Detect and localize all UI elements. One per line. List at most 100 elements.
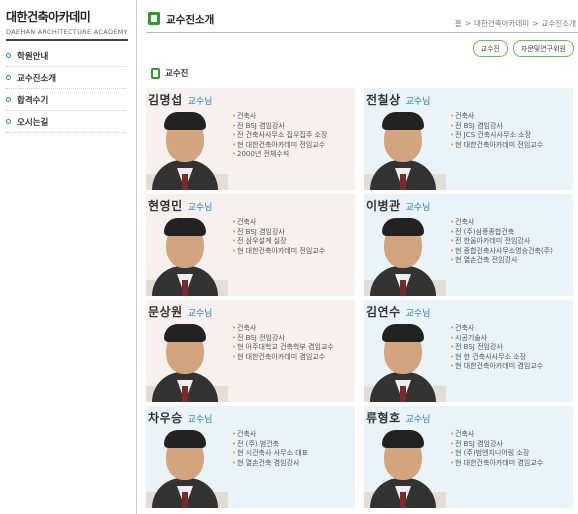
detail-item: 건축사 bbox=[450, 324, 543, 334]
sidebar-item-directions[interactable]: 오시는길 bbox=[6, 111, 126, 133]
sidebar-item-about[interactable]: 학원안내 bbox=[6, 45, 126, 67]
professor-photo bbox=[146, 426, 228, 508]
circle-bullet-icon bbox=[6, 97, 11, 102]
breadcrumb-faculty[interactable]: 교수진소개 bbox=[542, 19, 577, 28]
professor-photo bbox=[146, 108, 228, 190]
brand-divider bbox=[6, 39, 128, 41]
professor-title: 교수님 bbox=[187, 97, 213, 107]
detail-item: 현 열손건축 겸임강사 bbox=[232, 459, 308, 469]
professor-details: 건축사 전 BSJ 겸임강사 전 건축사사무소 집우집주 소장 현 대한건축아카… bbox=[232, 112, 327, 160]
detail-item: 시공기술사 bbox=[450, 334, 543, 344]
professor-photo bbox=[364, 108, 446, 190]
sidebar-item-reviews[interactable]: 합격수기 bbox=[6, 89, 126, 111]
detail-item: 현 대한건축아카데미 전임교수 bbox=[450, 141, 543, 151]
professor-title: 교수님 bbox=[405, 203, 431, 213]
sidebar-item-label: 오시는길 bbox=[17, 117, 49, 128]
faculty-button[interactable]: 교수진 bbox=[472, 40, 508, 57]
professor-card: 전칠상 교수님 건축사 전 BSJ 겸임강사 전 JCS 건축사사무소 소장 현 … bbox=[364, 88, 573, 190]
sidebar-divider bbox=[136, 0, 137, 514]
detail-item: 현 한 건축사사무소 소장 bbox=[450, 353, 543, 363]
detail-item: 전 건축사사무소 집우집주 소장 bbox=[232, 131, 327, 141]
breadcrumb: 홈 > 대한건축아카데미 > 교수진소개 bbox=[455, 18, 576, 29]
sidebar-item-label: 합격수기 bbox=[17, 95, 49, 106]
detail-item: 건축사 bbox=[232, 112, 327, 122]
sidebar-item-label: 학원안내 bbox=[17, 51, 49, 62]
professor-name: 이병관 교수님 bbox=[366, 197, 430, 214]
professor-card: 김연수 교수님 건축사 시공기술사 전 BSJ 전임강사 현 한 건축사사무소 소… bbox=[364, 300, 573, 402]
professor-name: 김명섭 교수님 bbox=[148, 91, 212, 108]
breadcrumb-separator: > bbox=[464, 19, 471, 28]
detail-item: 전 BSJ 겸임강사 bbox=[232, 122, 327, 132]
detail-item: 전 (주)삼풍종합건축 bbox=[450, 228, 553, 238]
sidebar-nav: 학원안내 교수진소개 합격수기 오시는길 bbox=[0, 45, 130, 133]
detail-item: 현 대한건축아카데미 겸임교수 bbox=[450, 459, 543, 469]
detail-item: 현 대한건축아카데미 전임교수 bbox=[232, 247, 325, 257]
detail-item: 현 열손건축 전임강사 bbox=[450, 256, 553, 266]
detail-item: 현 대한건축아카데미 겸임교수 bbox=[232, 353, 334, 363]
professor-card: 현영민 교수님 건축사 전 BSJ 겸임강사 전 삼우설계 실장 현 대한건축아카… bbox=[146, 194, 355, 296]
circle-bullet-icon bbox=[6, 119, 11, 124]
breadcrumb-home[interactable]: 홈 bbox=[455, 19, 462, 28]
detail-item: 전 BSJ 전임강사 bbox=[450, 343, 543, 353]
professor-details: 건축사 시공기술사 전 BSJ 전임강사 현 한 건축사사무소 소장 현 대한건… bbox=[450, 324, 543, 372]
section-title: 교수진 bbox=[165, 69, 189, 79]
brand-subtitle: DAEHAN ARCHITECTURE ACADEMY bbox=[6, 28, 128, 36]
professor-name-text: 문상원 bbox=[148, 305, 183, 319]
section-header: 교수진 bbox=[151, 67, 188, 79]
advisory-committee-button[interactable]: 자문및연구위원 bbox=[512, 40, 574, 57]
detail-item: 현 아주대학교 건축학부 겸임교수 bbox=[232, 343, 334, 353]
section-title-icon bbox=[151, 67, 160, 79]
professor-name-text: 이병관 bbox=[366, 199, 401, 213]
detail-item: 현 (주)범엔지니어링 소장 bbox=[450, 449, 543, 459]
professor-photo bbox=[364, 214, 446, 296]
professor-name-text: 김명섭 bbox=[148, 93, 183, 107]
breadcrumb-separator: > bbox=[532, 19, 539, 28]
detail-item: 건축사 bbox=[450, 112, 543, 122]
detail-item: 현 종합건축사사무소명승건축(주) bbox=[450, 247, 553, 257]
detail-item: 전 (주) 범건축 bbox=[232, 440, 308, 450]
brand-title: 대한건축아카데미 bbox=[6, 10, 91, 24]
professor-card: 류형호 교수님 건축사 전 BSJ 겸임강사 현 (주)범엔지니어링 소장 현 대… bbox=[364, 406, 573, 508]
professor-title: 교수님 bbox=[187, 415, 213, 425]
professor-name-text: 전칠상 bbox=[366, 93, 401, 107]
detail-item: 현 대한건축아카데미 전임교수 bbox=[232, 141, 327, 151]
sidebar-item-faculty[interactable]: 교수진소개 bbox=[6, 67, 126, 89]
professor-details: 건축사 전 BSJ 겸임강사 현 (주)범엔지니어링 소장 현 대한건축아카데미… bbox=[450, 430, 543, 468]
page-title-icon bbox=[148, 12, 160, 25]
professor-photo bbox=[364, 426, 446, 508]
brand-logo[interactable]: 대한건축아카데미 DAEHAN ARCHITECTURE ACADEMY bbox=[6, 8, 130, 41]
detail-item: 전 삼우설계 실장 bbox=[232, 237, 325, 247]
detail-item: 전 BSJ 전임강사 bbox=[232, 334, 334, 344]
page-header: 교수진소개 홈 > 대한건축아카데미 > 교수진소개 bbox=[146, 10, 578, 33]
professor-name-text: 류형호 bbox=[366, 411, 401, 425]
main-content: 교수진소개 홈 > 대한건축아카데미 > 교수진소개 교수진 자문및연구위원 교수진 김… bbox=[143, 0, 578, 514]
professor-details: 건축사 전 (주)삼풍종합건축 전 한울아카데미 전임강사 현 종합건축사사무소… bbox=[450, 218, 553, 266]
detail-item: 건축사 bbox=[450, 218, 553, 228]
professor-name: 차우승 교수님 bbox=[148, 409, 212, 426]
professor-card: 김명섭 교수님 건축사 전 BSJ 겸임강사 전 건축사사무소 집우집주 소장 현… bbox=[146, 88, 355, 190]
detail-item: 전 BSJ 겸임강사 bbox=[450, 440, 543, 450]
detail-item: 전 JCS 건축사사무소 소장 bbox=[450, 131, 543, 141]
professor-name: 전칠상 교수님 bbox=[366, 91, 430, 108]
sidebar: 대한건축아카데미 DAEHAN ARCHITECTURE ACADEMY 학원안… bbox=[0, 0, 130, 514]
professor-name: 문상원 교수님 bbox=[148, 303, 212, 320]
professor-photo bbox=[364, 320, 446, 402]
professor-title: 교수님 bbox=[405, 309, 431, 319]
detail-item: 전 BSJ 겸임강사 bbox=[450, 122, 543, 132]
professor-name-text: 차우승 bbox=[148, 411, 183, 425]
detail-item: 건축사 bbox=[232, 430, 308, 440]
professor-details: 건축사 전 BSJ 전임강사 현 아주대학교 건축학부 겸임교수 현 대한건축아… bbox=[232, 324, 334, 362]
professor-name-text: 김연수 bbox=[366, 305, 401, 319]
professor-title: 교수님 bbox=[187, 309, 213, 319]
professor-photo bbox=[146, 320, 228, 402]
professor-name: 현영민 교수님 bbox=[148, 197, 212, 214]
professor-title: 교수님 bbox=[405, 415, 431, 425]
professor-name: 김연수 교수님 bbox=[366, 303, 430, 320]
breadcrumb-academy[interactable]: 대한건축아카데미 bbox=[474, 19, 529, 28]
detail-item: 건축사 bbox=[450, 430, 543, 440]
circle-bullet-icon bbox=[6, 53, 11, 58]
professor-card: 문상원 교수님 건축사 전 BSJ 전임강사 현 아주대학교 건축학부 겸임교수 … bbox=[146, 300, 355, 402]
professor-name-text: 현영민 bbox=[148, 199, 183, 213]
detail-item: 2000년 전체수석 bbox=[232, 150, 327, 160]
detail-item: 건축사 bbox=[232, 324, 334, 334]
